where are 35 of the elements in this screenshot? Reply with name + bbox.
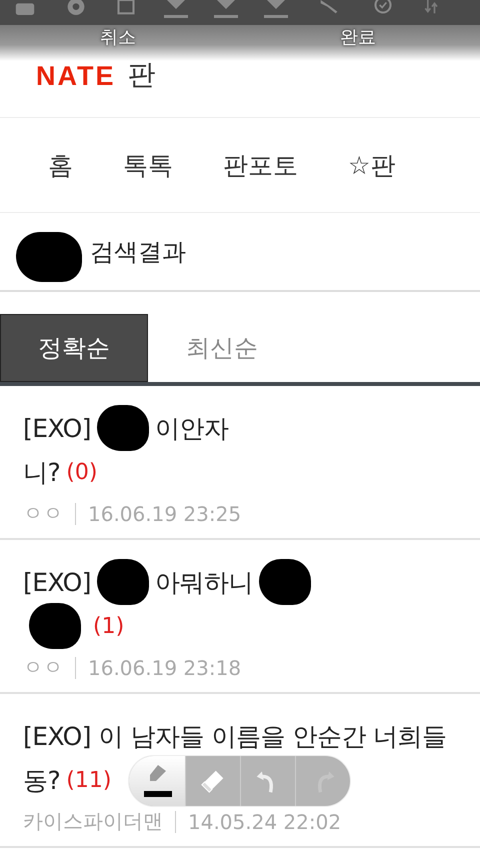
nav-link[interactable]: 톡톡 <box>123 148 173 182</box>
redaction-mark <box>97 559 150 605</box>
search-result-label: 검색결과 <box>90 236 186 268</box>
pen-tool-button[interactable] <box>129 756 185 806</box>
post-author: ㅇㅇ <box>23 654 63 681</box>
nav-link[interactable]: 판포토 <box>223 148 298 182</box>
redaction-mark <box>16 232 82 282</box>
download-icon <box>214 0 238 18</box>
redaction-mark <box>97 405 150 451</box>
nav-link[interactable]: ☆판 <box>348 148 396 182</box>
post-date: 14.05.24 22:02 <box>188 810 342 834</box>
post-author: ㅇㅇ <box>23 500 63 527</box>
post-title[interactable]: [EXO] 이 남자들 이름을 안순간 너희들 <box>23 720 447 752</box>
post-title[interactable]: 이안자 <box>155 412 229 444</box>
marker-icon <box>142 763 172 799</box>
comment-count: (11) <box>66 768 112 792</box>
download-icon <box>164 0 188 18</box>
redaction-mark <box>259 559 312 605</box>
post-date: 16.06.19 23:18 <box>88 656 242 680</box>
download-icon <box>264 0 288 18</box>
post-date: 16.06.19 23:25 <box>88 502 242 526</box>
post-title[interactable]: 동? <box>23 764 60 796</box>
post-title[interactable]: [EXO] <box>23 568 92 596</box>
service-name: 판 <box>128 61 156 89</box>
comment-count: (0) <box>66 460 98 484</box>
sort-tab[interactable]: 최신순 <box>148 314 296 382</box>
post-title[interactable]: [EXO] <box>23 414 92 442</box>
post-title[interactable]: 아뭐하니 <box>155 566 254 598</box>
brand-logo[interactable]: NATE <box>36 61 116 92</box>
post-author: 카이스파이더맨 <box>23 808 163 835</box>
post-title[interactable]: 니? <box>23 456 60 488</box>
comment-count: (1) <box>93 614 124 638</box>
nav-link[interactable]: 홈 <box>48 148 73 182</box>
redaction-mark <box>29 603 81 649</box>
sort-tab[interactable]: 정확순 <box>0 314 148 382</box>
